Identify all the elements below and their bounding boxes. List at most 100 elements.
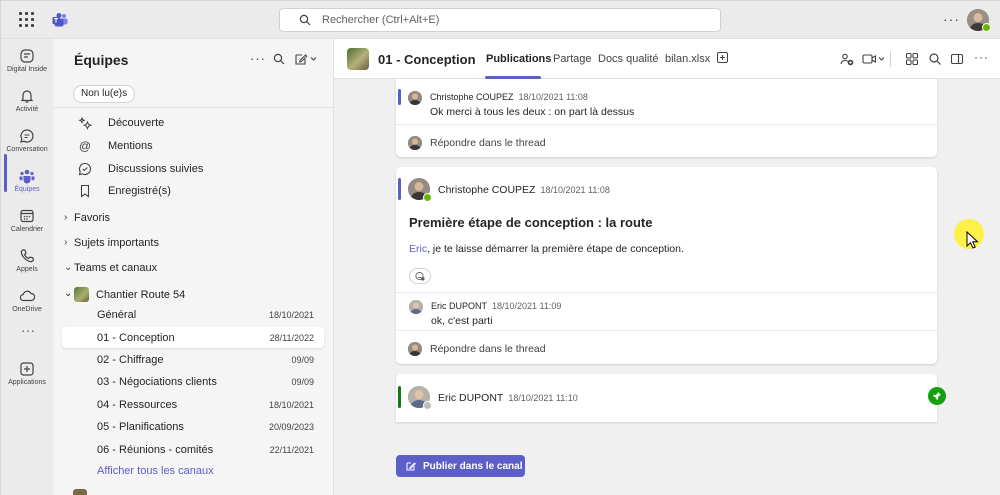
divider [396, 292, 937, 293]
channel-item[interactable]: Général 18/10/2021 [62, 304, 324, 325]
avatar[interactable] [409, 300, 423, 314]
channel-name: 02 - Chiffrage [97, 354, 164, 366]
channel-item[interactable]: 06 - Réunions - comités 22/11/2021 [62, 439, 324, 460]
tab-publications[interactable]: Publications [486, 53, 551, 65]
team-name: Chantier Route 54 [96, 289, 186, 301]
rail-label: Applications [8, 379, 46, 386]
rail-item-onedrive[interactable]: OneDrive [1, 284, 53, 324]
manage-members-icon[interactable] [840, 52, 854, 66]
chevron-right-icon: › [64, 212, 68, 223]
publish-in-channel-button[interactable]: Publier dans le canal [396, 455, 525, 477]
pin-icon[interactable] [928, 387, 946, 405]
reply-in-thread-button[interactable]: Répondre dans le thread [396, 330, 937, 364]
video-meet-dropdown-icon[interactable] [862, 52, 886, 66]
discover-icon [78, 116, 92, 130]
post-subject: Première étape de conception : la route [409, 215, 653, 230]
section-label: Teams et canaux [74, 262, 158, 274]
rail-item-calls[interactable]: Appels [1, 244, 53, 284]
search-icon[interactable] [273, 53, 285, 65]
channel-item[interactable]: 05 - Planifications 20/09/2023 [62, 416, 324, 437]
channel-item[interactable]: 02 - Chiffrage 09/09 [62, 349, 324, 370]
rail-label: Conversation [6, 146, 48, 153]
mention-link[interactable]: Eric [409, 243, 427, 255]
teams-icon [19, 169, 35, 184]
compose-dropdown-icon[interactable] [295, 53, 317, 65]
nav-mentions[interactable]: @ Mentions [78, 136, 318, 156]
avatar [408, 342, 422, 356]
nav-followed[interactable]: Discussions suivies [78, 159, 318, 179]
chevron-down-icon: ⌄ [64, 288, 73, 299]
author-name[interactable]: Eric DUPONT [438, 392, 503, 404]
post-author-line: Christophe COUPEZ 18/10/2021 11:08 [438, 184, 610, 196]
add-tab-icon[interactable] [717, 52, 728, 63]
tab-bilan-xlsx[interactable]: bilan.xlsx [665, 53, 710, 65]
app-rail: Digital Inside Activité Conversation Équ… [1, 39, 53, 495]
side-panel-icon[interactable] [950, 52, 964, 66]
search-input[interactable]: Rechercher (Ctrl+Alt+E) [279, 8, 721, 32]
tab-partage[interactable]: Partage [553, 53, 592, 65]
presence-available-icon [423, 193, 432, 202]
team-picture [73, 489, 87, 495]
message-body: , je te laisse démarrer la première étap… [427, 243, 684, 255]
channel-item[interactable]: 04 - Ressources 18/10/2021 [62, 394, 324, 415]
nav-label: Mentions [108, 140, 153, 152]
rail-item-teams[interactable]: Équipes [1, 164, 53, 204]
section-favorites[interactable]: › Favoris [64, 211, 324, 229]
chevron-right-icon: › [64, 237, 68, 248]
rail-item-calendar[interactable]: Calendrier [1, 204, 53, 244]
bookmark-icon [80, 184, 90, 198]
rail-label: Appels [16, 266, 38, 273]
post-card: Christophe COUPEZ 18/10/2021 11:08 Premiè… [396, 167, 937, 364]
presence-away-icon [423, 401, 432, 410]
rail-label: OneDrive [12, 306, 42, 313]
post-time: 18/10/2021 11:08 [518, 92, 588, 102]
search-icon[interactable] [928, 52, 942, 66]
post-accent [398, 178, 401, 200]
more-options-icon[interactable]: ··· [974, 50, 988, 64]
rail-item-activity[interactable]: Activité [1, 84, 53, 124]
nav-saved[interactable]: Enregistré(s) [78, 181, 318, 201]
channel-item[interactable]: 03 - Négociations clients 09/09 [62, 371, 324, 392]
author-name[interactable]: Christophe COUPEZ [430, 92, 514, 102]
post-accent-green [398, 386, 401, 408]
author-name[interactable]: Christophe COUPEZ [438, 184, 535, 196]
apps-grid-icon[interactable] [905, 52, 919, 66]
message-text: Ok merci à tous les deux : on part là de… [430, 106, 635, 118]
cloud-icon [19, 290, 35, 302]
show-all-channels-link[interactable]: Afficher tous les canaux [97, 465, 214, 477]
mouse-cursor-icon [966, 231, 979, 249]
rail-label: Calendrier [10, 226, 44, 233]
reply-author-line: Eric DUPONT 18/10/2021 11:09 [431, 301, 561, 311]
avatar[interactable] [408, 91, 422, 105]
section-teams-channels[interactable]: ⌄ Teams et canaux [64, 261, 324, 279]
post-card: Christophe COUPEZ 18/10/2021 11:08 Ok mer… [396, 79, 937, 157]
add-reaction-button[interactable] [409, 268, 431, 284]
nav-discover[interactable]: Découverte [78, 113, 318, 133]
channel-date: 20/09/2023 [268, 422, 314, 432]
channel-date: 09/09 [291, 355, 314, 365]
reply-in-thread-button[interactable]: Répondre dans le thread [396, 124, 937, 158]
channel-name: 04 - Ressources [97, 399, 178, 411]
rail-item-conversation[interactable]: Conversation [1, 124, 53, 164]
teams-logo-icon [52, 13, 68, 27]
rail-item-apps[interactable]: Applications [1, 357, 53, 397]
rail-label: Équipes [14, 186, 40, 193]
nav-label: Discussions suivies [108, 163, 204, 175]
more-options-icon[interactable]: ··· [943, 11, 960, 27]
app-launcher-icon[interactable] [19, 12, 35, 28]
filter-unread-chip[interactable]: Non lu(e)s [73, 85, 136, 103]
nav-label: Enregistré(s) [108, 185, 171, 197]
author-name[interactable]: Eric DUPONT [431, 301, 487, 311]
section-important[interactable]: › Sujets importants [64, 236, 324, 254]
divider [890, 51, 891, 67]
channel-item-selected[interactable]: 01 - Conception 28/11/2022 [62, 327, 324, 348]
more-options-icon[interactable]: ··· [250, 51, 266, 66]
smiley-add-icon [415, 271, 425, 281]
sidebar-title: Équipes [74, 52, 129, 68]
more-apps-icon[interactable]: ··· [21, 322, 35, 338]
post-time: 18/10/2021 11:10 [508, 393, 578, 403]
post-accent [398, 89, 401, 105]
team-chantier-route-54[interactable]: ⌄ Chantier Route 54 [64, 285, 324, 305]
tab-docs-qualite[interactable]: Docs qualité [598, 53, 659, 65]
rail-item-digital-inside[interactable]: Digital Inside [1, 44, 53, 84]
